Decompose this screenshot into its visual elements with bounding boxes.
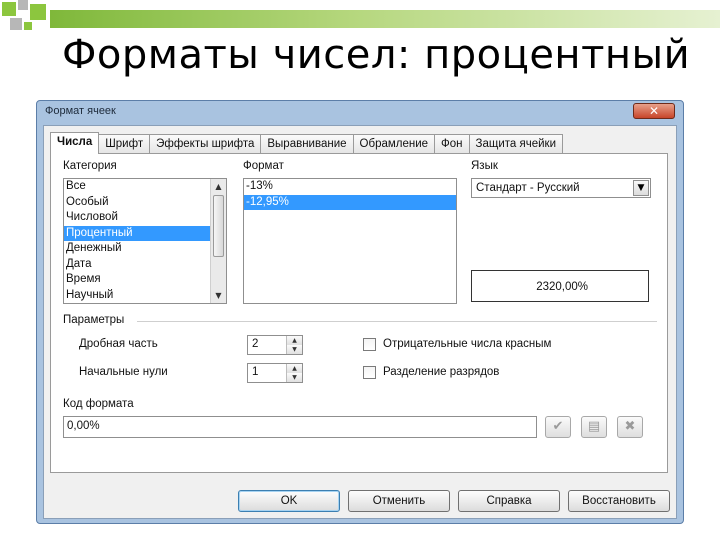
spin-down-icon[interactable]: ▼	[287, 373, 302, 382]
dialog-titlebar[interactable]: Формат ячеек ✕	[37, 101, 683, 123]
category-label: Категория	[63, 160, 117, 172]
separator	[137, 321, 657, 322]
delete-icon: ✖	[624, 419, 636, 434]
list-item[interactable]: Все	[64, 179, 226, 195]
dialog-body: Числа Шрифт Эффекты шрифта Выравнивание …	[43, 125, 677, 519]
slide-header-bar	[50, 10, 720, 28]
format-code-input[interactable]: 0,00%	[63, 416, 537, 438]
tab-alignment[interactable]: Выравнивание	[260, 134, 354, 154]
spin-up-icon[interactable]: ▲	[287, 364, 302, 373]
stepper-buttons: ▲ ▼	[286, 336, 302, 354]
leading-zeros-value: 1	[252, 366, 259, 378]
stepper-buttons: ▲ ▼	[286, 364, 302, 382]
negative-red-label[interactable]: Отрицательные числа красным	[383, 338, 551, 350]
list-item[interactable]: Время	[64, 272, 226, 288]
decor-square	[24, 22, 32, 30]
language-select[interactable]: Стандарт - Русский ▼	[471, 178, 651, 198]
list-item-selected[interactable]: Процентный	[64, 225, 210, 241]
spin-down-icon[interactable]: ▼	[287, 345, 302, 354]
decor-square	[10, 18, 22, 30]
category-scrollbar[interactable]: ▲ ▼	[210, 179, 226, 303]
help-button[interactable]: Справка	[458, 490, 560, 512]
reset-button[interactable]: Восстановить	[568, 490, 670, 512]
edit-comment-button[interactable]: ▤	[581, 416, 607, 438]
leading-zeros-label: Начальные нули	[79, 366, 168, 378]
preview-box: 2320,00%	[471, 270, 649, 302]
tab-background[interactable]: Фон	[434, 134, 470, 154]
edit-icon: ▤	[587, 419, 601, 434]
numbers-panel: Категория Все Особый Числовой Процентный…	[50, 153, 668, 473]
tab-numbers[interactable]: Числа	[50, 132, 100, 154]
scroll-thumb[interactable]	[213, 195, 224, 257]
chevron-down-icon[interactable]: ▼	[633, 180, 649, 196]
delete-format-button[interactable]: ✖	[617, 416, 643, 438]
thousands-separator-checkbox[interactable]	[363, 366, 376, 379]
spin-up-icon[interactable]: ▲	[287, 336, 302, 345]
list-item[interactable]: Особый	[64, 195, 226, 211]
parameters-label: Параметры	[63, 314, 125, 326]
decimal-places-stepper[interactable]: 2 ▲ ▼	[247, 335, 303, 355]
format-label: Формат	[243, 160, 284, 172]
format-code-value: 0,00%	[67, 420, 100, 432]
format-code-label: Код формата	[63, 398, 134, 410]
preview-value: 2320,00%	[536, 281, 588, 293]
accept-format-button[interactable]: ✔	[545, 416, 571, 438]
format-list[interactable]: -13% -12,95%	[243, 178, 457, 304]
decor-square	[30, 4, 46, 20]
negative-red-checkbox[interactable]	[363, 338, 376, 351]
list-item[interactable]: Денежный	[64, 241, 226, 257]
list-item[interactable]: Дата	[64, 257, 226, 273]
list-item[interactable]: -13%	[244, 179, 456, 195]
close-icon: ✕	[648, 104, 660, 118]
list-item[interactable]: Научный	[64, 288, 226, 304]
decor-square	[18, 0, 28, 10]
check-icon: ✔	[552, 419, 564, 434]
decimal-places-label: Дробная часть	[79, 338, 158, 350]
category-list[interactable]: Все Особый Числовой Процентный Денежный …	[63, 178, 227, 304]
decor-square	[2, 2, 16, 16]
tab-bar: Числа Шрифт Эффекты шрифта Выравнивание …	[50, 132, 563, 154]
close-button[interactable]: ✕	[633, 103, 675, 119]
dialog-title: Формат ячеек	[45, 105, 116, 117]
ok-button[interactable]: OK	[238, 490, 340, 512]
format-cells-dialog: Формат ячеек ✕ Числа Шрифт Эффекты шрифт…	[36, 100, 684, 524]
tab-font-effects[interactable]: Эффекты шрифта	[149, 134, 262, 154]
decimal-places-value: 2	[252, 338, 259, 350]
language-label: Язык	[471, 160, 498, 172]
tab-cell-protection[interactable]: Защита ячейки	[468, 134, 563, 154]
leading-zeros-stepper[interactable]: 1 ▲ ▼	[247, 363, 303, 383]
tab-font[interactable]: Шрифт	[98, 134, 151, 154]
scroll-down-icon[interactable]: ▼	[211, 288, 226, 303]
language-value: Стандарт - Русский	[476, 182, 580, 194]
list-item[interactable]: Числовой	[64, 210, 226, 226]
tab-borders[interactable]: Обрамление	[352, 134, 436, 154]
thousands-separator-label[interactable]: Разделение разрядов	[383, 366, 499, 378]
list-item-selected[interactable]: -12,95%	[244, 194, 456, 210]
scroll-up-icon[interactable]: ▲	[211, 179, 226, 194]
cancel-button[interactable]: Отменить	[348, 490, 450, 512]
slide-title: Форматы чисел: процентный	[62, 32, 691, 78]
